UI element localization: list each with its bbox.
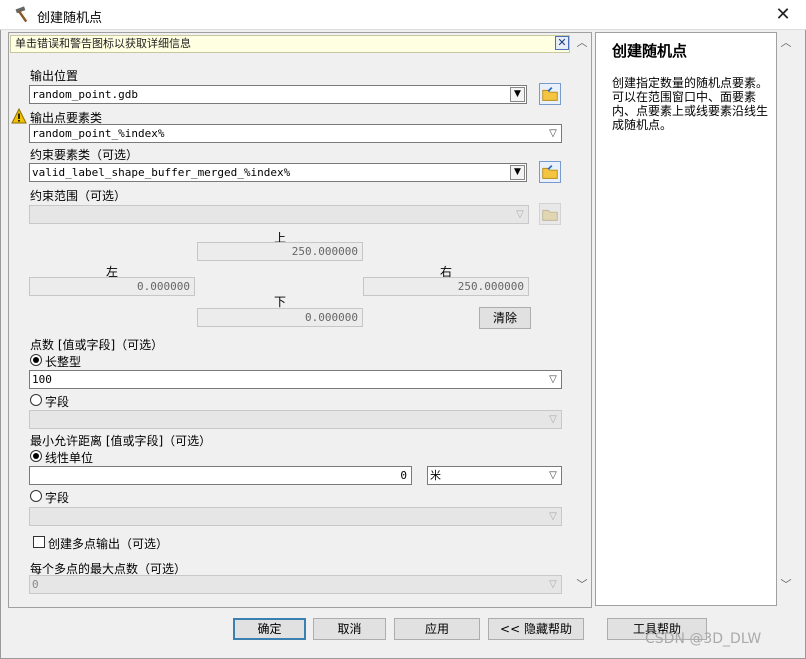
ok-button[interactable]: 确定 <box>233 618 306 640</box>
max-points-field[interactable]: 0 <box>29 575 562 594</box>
constraint-extent-label: 约束范围（可选） <box>30 189 127 203</box>
output-location-dropdown[interactable]: ▼ <box>510 87 525 102</box>
min-distance-field-combo[interactable] <box>29 507 562 526</box>
help-title: 创建随机点 <box>612 42 688 60</box>
constraint-features-dropdown[interactable]: ▼ <box>510 165 525 180</box>
point-count-field-combo[interactable] <box>29 410 562 429</box>
hint-close-button[interactable]: ✕ <box>555 36 569 50</box>
point-count-value-combo[interactable]: 100 <box>29 370 562 389</box>
multipoint-checkbox[interactable] <box>33 536 45 548</box>
min-distance-linear-label: 线性单位 <box>45 451 94 465</box>
chevron-down-icon: ▽ <box>549 579 557 590</box>
extent-bottom-field[interactable]: 0.000000 <box>197 308 363 327</box>
min-distance-field-radio[interactable] <box>30 490 42 502</box>
min-distance-field-label: 字段 <box>45 491 70 505</box>
point-count-field-radio[interactable] <box>30 394 42 406</box>
min-distance-linear-radio[interactable] <box>30 450 42 462</box>
extent-left-field[interactable]: 0.000000 <box>29 277 195 296</box>
window-title: 创建随机点 <box>37 11 103 26</box>
title-bar <box>0 0 806 30</box>
min-distance-label: 最小允许距离 [值或字段]（可选） <box>30 434 212 448</box>
help-description: 创建指定数量的随机点要素。可以在范围窗口中、面要素内、点要素上或线要素沿线生成随… <box>612 76 769 132</box>
constraint-features-label: 约束要素类（可选） <box>30 148 139 162</box>
point-count-long-radio[interactable] <box>30 354 42 366</box>
apply-button[interactable]: 应用 <box>394 618 480 640</box>
constraint-extent-combo[interactable] <box>29 205 529 224</box>
chevron-down-icon: ▽ <box>549 414 557 425</box>
output-location-label: 输出位置 <box>30 69 79 83</box>
output-features-combo[interactable]: random_point_%index% <box>29 124 562 143</box>
hint-bar: 单击错误和警告图标以获取详细信息 <box>10 35 570 53</box>
folder-open-icon[interactable] <box>539 161 561 183</box>
parameters-scrollbar[interactable]: ︿ ﹀ <box>574 36 590 606</box>
min-distance-value-field[interactable]: 0 <box>29 466 412 485</box>
distance-unit-select[interactable]: 米 <box>427 466 562 485</box>
scroll-down-icon[interactable]: ﹀ <box>574 578 590 592</box>
point-count-field-label: 字段 <box>45 395 70 409</box>
warning-icon[interactable] <box>11 108 27 124</box>
chevron-down-icon: ▽ <box>549 511 557 522</box>
help-scrollbar[interactable]: ︿ ﹀ <box>778 36 794 606</box>
extent-top-field[interactable]: 250.000000 <box>197 242 363 261</box>
close-window-button[interactable]: ✕ <box>772 4 794 26</box>
multipoint-label: 创建多点输出（可选） <box>48 537 169 551</box>
constraint-features-combo[interactable]: valid_label_shape_buffer_merged_%index% <box>29 163 527 182</box>
scroll-down-icon[interactable]: ﹀ <box>778 578 794 592</box>
scroll-up-icon[interactable]: ︿ <box>778 36 794 50</box>
point-count-label: 点数 [值或字段]（可选） <box>30 338 164 352</box>
extent-right-field[interactable]: 250.000000 <box>363 277 529 296</box>
cancel-button[interactable]: 取消 <box>313 618 386 640</box>
point-count-long-label: 长整型 <box>45 355 82 369</box>
scroll-up-icon[interactable]: ︿ <box>574 36 590 50</box>
hide-help-button[interactable]: << 隐藏帮助 <box>488 618 584 640</box>
folder-open-icon[interactable] <box>539 83 561 105</box>
chevron-down-icon: ▽ <box>516 209 524 220</box>
hammer-icon <box>15 6 28 23</box>
chevron-down-icon[interactable]: ▽ <box>546 467 560 484</box>
watermark: CSDN @3D_DLW <box>645 631 762 647</box>
chevron-down-icon[interactable]: ▽ <box>546 125 560 142</box>
folder-open-icon <box>539 203 561 225</box>
output-location-combo[interactable]: random_point.gdb <box>29 85 527 104</box>
chevron-down-icon[interactable]: ▽ <box>546 371 560 388</box>
clear-extent-button[interactable]: 清除 <box>479 307 531 329</box>
